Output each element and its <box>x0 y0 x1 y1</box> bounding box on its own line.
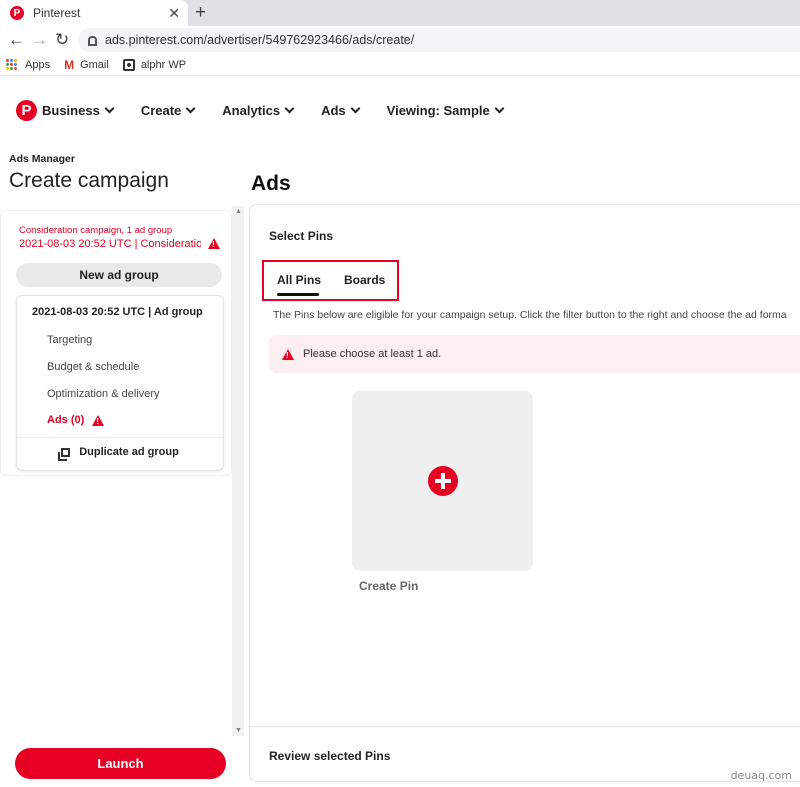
nav-create[interactable]: Create <box>140 102 196 118</box>
scroll-up-icon[interactable]: ▲ <box>235 208 242 215</box>
warning-icon <box>92 414 105 426</box>
ad-group-budget-schedule[interactable]: Budget & schedule <box>47 361 139 373</box>
gmail-icon: M <box>64 57 75 72</box>
nav-label: Viewing: Sample <box>386 102 490 118</box>
active-tab-underline <box>277 293 319 296</box>
ads-section-title: Ads <box>251 172 291 195</box>
browser-tab-title: Pinterest <box>33 6 81 20</box>
watermark: deuaq.com <box>730 769 792 782</box>
new-tab-icon[interactable]: + <box>195 2 206 24</box>
nav-label: Create <box>140 102 182 118</box>
ad-group-optimization[interactable]: Optimization & delivery <box>47 388 160 400</box>
pin-tabs-highlight: All Pins Boards <box>262 260 399 301</box>
close-tab-icon[interactable]: ✕ <box>168 5 180 22</box>
error-alert: Please choose at least 1 ad. <box>269 335 800 373</box>
ad-group-card: 2021-08-03 20:52 UTC | Ad group Targetin… <box>16 295 224 471</box>
bookmark-label: Gmail <box>80 58 109 71</box>
back-icon[interactable]: ← <box>8 30 25 50</box>
duplicate-label: Duplicate ad group <box>79 446 179 458</box>
ads-manager-label: Ads Manager <box>9 153 75 165</box>
pinterest-favicon: P <box>10 6 24 20</box>
warning-icon <box>208 238 220 249</box>
address-bar-row: ← → ↻ ads.pinterest.com/advertiser/54976… <box>0 26 800 54</box>
chevron-down-icon <box>284 103 295 113</box>
nav-ads[interactable]: Ads <box>321 102 361 118</box>
nav-viewing[interactable]: Viewing: Sample <box>386 102 505 118</box>
chevron-down-icon <box>350 103 361 113</box>
lock-icon <box>88 36 97 46</box>
chevron-down-icon <box>494 103 505 113</box>
tab-all-pins[interactable]: All Pins <box>277 273 321 287</box>
duplicate-ad-group-button[interactable]: Duplicate ad group <box>17 446 223 461</box>
ads-count-label: Ads (0) <box>47 414 85 426</box>
bookmarks-bar: Apps M Gmail alphr WP <box>0 54 800 76</box>
page-title: Create campaign <box>9 169 169 192</box>
duplicate-icon <box>58 447 71 461</box>
chevron-down-icon <box>185 103 196 113</box>
ads-card: Select Pins All Pins Boards The Pins bel… <box>249 204 800 782</box>
alphr-icon <box>122 58 135 71</box>
browser-tabstrip: P Pinterest ✕ + <box>0 0 800 26</box>
url-text: ads.pinterest.com/advertiser/54976292346… <box>105 33 415 47</box>
nav-business[interactable]: Business <box>42 102 115 118</box>
divider <box>250 726 800 727</box>
top-navigation: P Business Create Analytics Ads Viewing:… <box>0 78 800 142</box>
apps-grid-icon <box>6 58 18 71</box>
bookmark-label: Apps <box>25 58 51 71</box>
url-field[interactable]: ads.pinterest.com/advertiser/54976292346… <box>78 28 800 52</box>
create-pin-label[interactable]: Create Pin <box>359 579 418 593</box>
pinterest-logo-icon[interactable]: P <box>16 99 37 121</box>
review-selected-pins-title: Review selected Pins <box>269 749 391 763</box>
divider <box>17 437 223 438</box>
ad-group-title[interactable]: 2021-08-03 20:52 UTC | Ad group <box>32 306 203 318</box>
campaign-card: Consideration campaign, 1 ad group 2021-… <box>0 210 232 476</box>
tab-boards[interactable]: Boards <box>344 273 385 287</box>
chevron-down-icon <box>104 103 115 113</box>
bookmark-label: alphr WP <box>140 58 187 71</box>
reload-icon[interactable]: ↻ <box>55 30 69 50</box>
browser-tab[interactable]: P Pinterest ✕ <box>0 0 188 26</box>
campaign-summary[interactable]: Consideration campaign, 1 ad group <box>19 225 172 236</box>
nav-label: Ads <box>321 102 346 118</box>
new-ad-group-button[interactable]: New ad group <box>16 263 222 287</box>
sidebar-scrollbar[interactable]: ▲ ▼ <box>232 206 244 736</box>
ad-group-targeting[interactable]: Targeting <box>47 334 92 346</box>
campaign-name[interactable]: 2021-08-03 20:52 UTC | Consideratio... <box>19 238 201 250</box>
ad-group-ads[interactable]: Ads (0) <box>47 414 105 426</box>
launch-button[interactable]: Launch <box>15 748 226 779</box>
add-icon[interactable] <box>428 466 458 496</box>
nav-analytics[interactable]: Analytics <box>222 102 295 118</box>
bookmark-apps[interactable]: Apps <box>6 58 51 71</box>
nav-label: Business <box>42 102 100 118</box>
alert-text: Please choose at least 1 ad. <box>303 348 442 360</box>
bookmark-alphr[interactable]: alphr WP <box>122 58 187 71</box>
scroll-down-icon[interactable]: ▼ <box>235 727 242 734</box>
nav-label: Analytics <box>222 102 281 118</box>
bookmark-gmail[interactable]: M Gmail <box>64 58 109 72</box>
campaign-sidebar: Consideration campaign, 1 ad group 2021-… <box>0 206 244 736</box>
pins-description: The Pins below are eligible for your cam… <box>273 309 787 321</box>
forward-icon[interactable]: → <box>31 30 48 50</box>
warning-icon <box>282 348 294 360</box>
select-pins-title: Select Pins <box>269 229 334 243</box>
create-pin-tile[interactable] <box>352 391 533 571</box>
